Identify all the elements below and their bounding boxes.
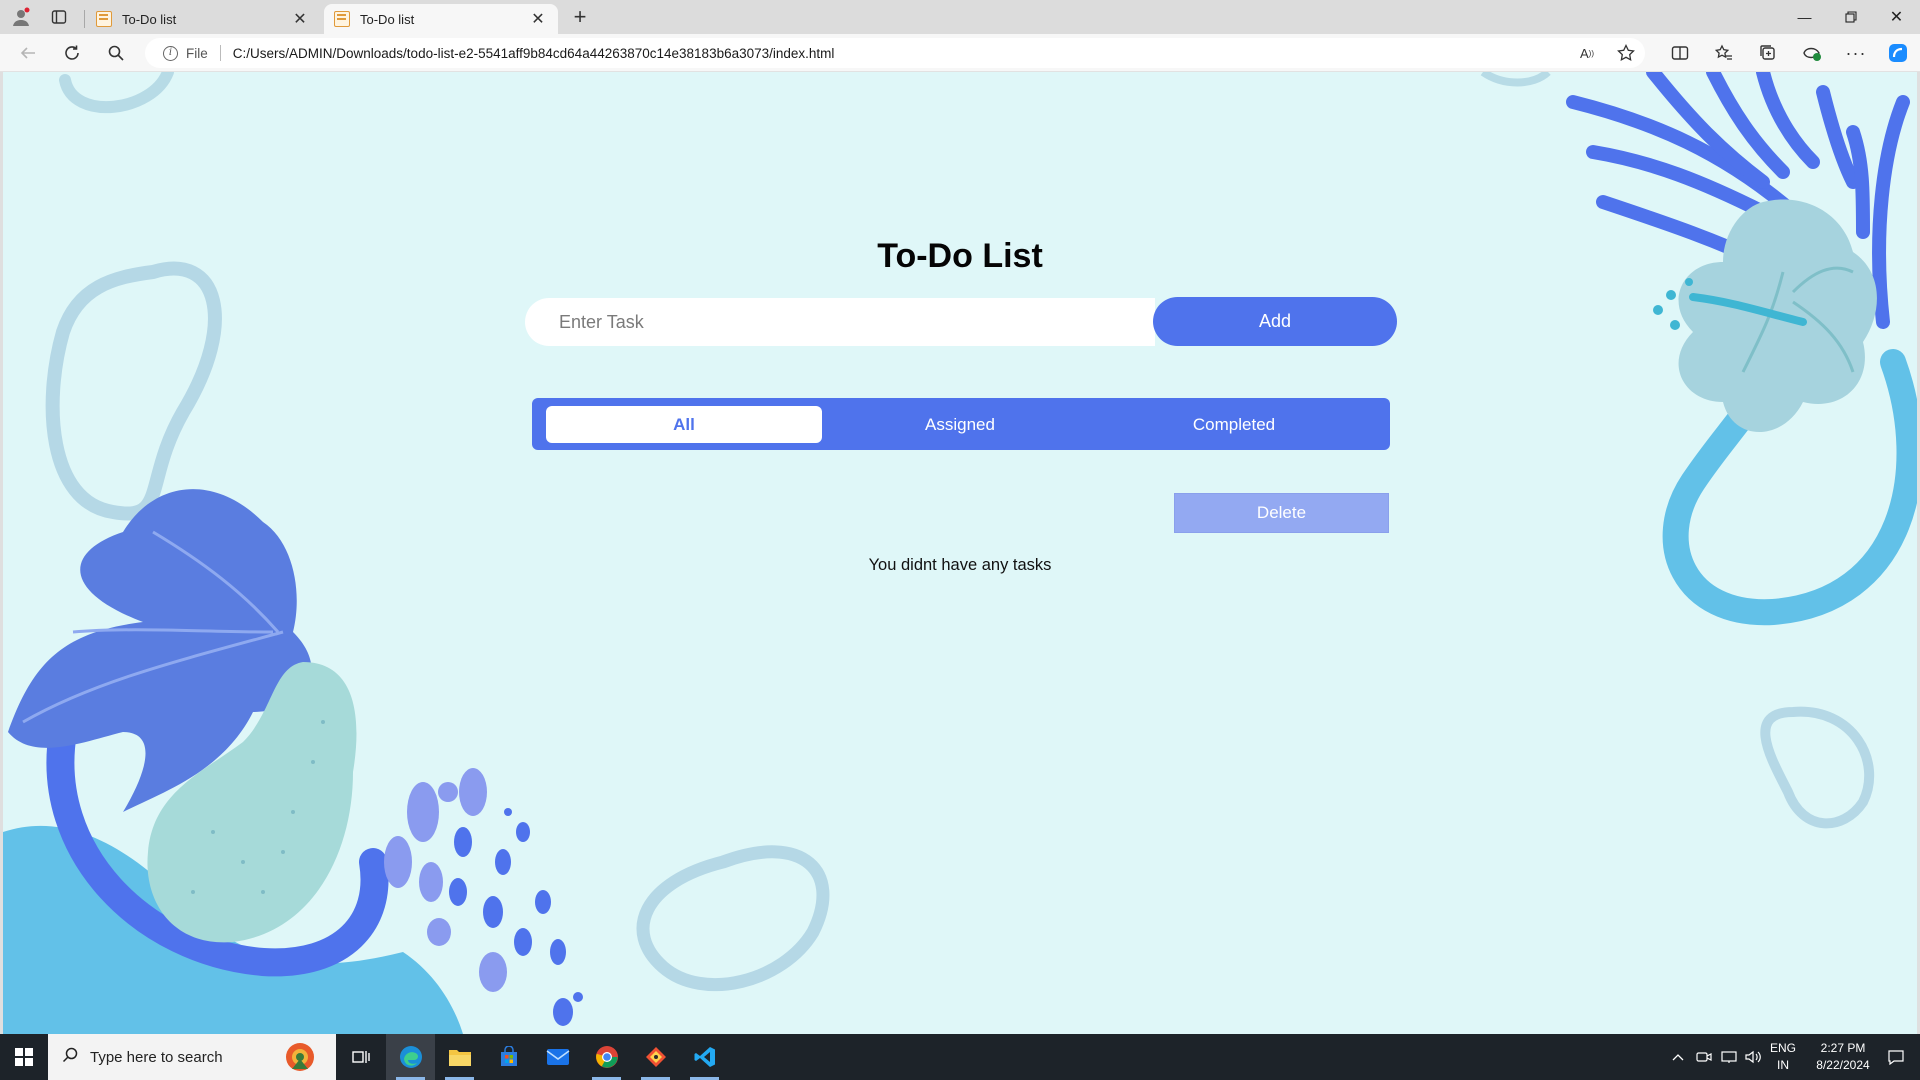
chrome-icon[interactable] (582, 1034, 631, 1080)
tab-title: To-Do list (360, 11, 415, 27)
add-task-button[interactable]: Add (1153, 297, 1397, 346)
edge-browser-icon[interactable] (386, 1034, 435, 1080)
empty-tasks-message: You didnt have any tasks (868, 556, 1052, 574)
browser-tab-strip: To-Do list ✕ To-Do list ✕ + — ✕ (0, 0, 1920, 34)
delete-button[interactable]: Delete (1174, 493, 1389, 533)
clock-time: 2:27 PM (1820, 1041, 1866, 1055)
todo-app: To-Do List Add All Assigned Completed De… (3, 72, 1917, 1034)
tab-actions-icon[interactable] (42, 5, 76, 29)
search-highlight-icon (286, 1043, 314, 1071)
notifications-icon[interactable] (1878, 1034, 1914, 1080)
language-code: ENG (1770, 1041, 1797, 1055)
minimize-icon[interactable]: — (1782, 0, 1827, 34)
tab-close-icon[interactable]: ✕ (528, 9, 548, 29)
task-input[interactable] (525, 298, 1155, 346)
taskbar-search-box[interactable]: Type here to search (48, 1034, 336, 1080)
filter-tab-completed[interactable]: Completed (1096, 406, 1372, 443)
more-options-icon[interactable]: ··· (1840, 37, 1872, 69)
browser-tab-2[interactable]: To-Do list ✕ (324, 4, 558, 34)
show-hidden-icons[interactable] (1672, 1034, 1684, 1080)
page-favicon-icon (96, 11, 112, 27)
site-info-icon[interactable]: i (163, 45, 178, 61)
windows-start-icon[interactable] (0, 1034, 48, 1080)
restore-icon[interactable] (1828, 0, 1873, 34)
tab-title: To-Do list (122, 11, 177, 27)
new-tab-icon[interactable]: + (563, 4, 597, 29)
task-view-icon[interactable] (336, 1034, 385, 1080)
mail-icon[interactable] (533, 1034, 582, 1080)
browser-tab-1[interactable]: To-Do list ✕ (86, 4, 320, 34)
filter-tab-assigned[interactable]: Assigned (822, 406, 1098, 443)
windows-taskbar: Type here to search ENG IN 2:27 PM 8/22/… (0, 1034, 1920, 1080)
browser-essentials-icon[interactable] (1796, 37, 1828, 69)
scheme-label: File (186, 45, 208, 61)
app-title: To-Do List (877, 237, 1043, 275)
favorites-icon[interactable] (1708, 37, 1740, 69)
filter-tab-bar: All Assigned Completed (532, 398, 1390, 450)
back-icon[interactable] (12, 37, 44, 69)
favorite-star-icon[interactable] (1610, 37, 1642, 69)
clock-date: 8/22/2024 (1816, 1058, 1870, 1072)
filter-tab-all[interactable]: All (546, 406, 822, 443)
git-app-icon[interactable] (631, 1034, 680, 1080)
volume-icon[interactable] (1744, 1034, 1762, 1080)
page-favicon-icon (334, 11, 350, 27)
microsoft-store-icon[interactable] (484, 1034, 533, 1080)
copilot-icon[interactable] (1882, 37, 1914, 69)
tab-close-icon[interactable]: ✕ (290, 9, 310, 29)
url-text[interactable]: C:/Users/ADMIN/Downloads/todo-list-e2-55… (233, 46, 835, 61)
vscode-icon[interactable] (680, 1034, 729, 1080)
collections-icon[interactable] (1752, 37, 1784, 69)
address-bar[interactable]: i File C:/Users/ADMIN/Downloads/todo-lis… (145, 38, 1645, 68)
profile-icon[interactable] (4, 5, 38, 29)
clock[interactable]: 2:27 PM 8/22/2024 (1808, 1034, 1878, 1080)
split-screen-icon[interactable] (1664, 37, 1696, 69)
refresh-icon[interactable] (56, 37, 88, 69)
page-viewport: To-Do List Add All Assigned Completed De… (3, 72, 1917, 1034)
network-icon[interactable] (1720, 1034, 1738, 1080)
file-explorer-icon[interactable] (435, 1034, 484, 1080)
close-window-icon[interactable]: ✕ (1874, 0, 1919, 34)
region-code: IN (1777, 1058, 1789, 1072)
input-language[interactable]: ENG IN (1770, 1034, 1796, 1080)
meet-now-icon[interactable] (1696, 1034, 1712, 1080)
read-aloud-icon[interactable]: A)) (1571, 37, 1603, 69)
search-icon[interactable] (100, 37, 132, 69)
browser-toolbar: i File C:/Users/ADMIN/Downloads/todo-lis… (0, 34, 1920, 72)
search-icon (62, 1047, 78, 1067)
search-placeholder: Type here to search (90, 1048, 223, 1066)
